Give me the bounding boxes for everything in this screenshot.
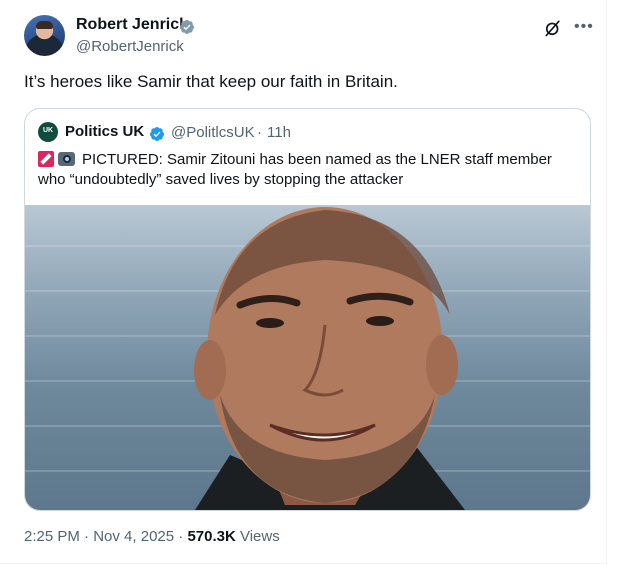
author-handle[interactable]: @RobertJenrick — [76, 38, 184, 55]
verified-badge-icon — [150, 127, 164, 141]
quote-author-handle[interactable]: @PolitlcsUK — [171, 124, 255, 141]
divider — [0, 563, 606, 564]
quote-photo[interactable] — [25, 205, 590, 510]
portrait-illustration — [194, 207, 465, 510]
views-label: Views — [235, 528, 280, 545]
author-name[interactable]: Robert Jenrick — [76, 16, 188, 34]
tweet[interactable]: Robert Jenrick @RobertJenrick ••• It’s h… — [0, 0, 617, 565]
separator-dot: · — [79, 528, 94, 545]
quote-avatar-label: UK — [42, 127, 54, 134]
quote-timestamp[interactable]: 11h — [267, 124, 291, 141]
verified-badge-icon — [180, 20, 194, 34]
tweet-date[interactable]: Nov 4, 2025 — [93, 528, 174, 545]
quote-text: PICTURED: Samir Zitouni has been named a… — [38, 151, 552, 188]
quote-author-name[interactable]: Politics UK — [65, 123, 144, 140]
quoted-tweet[interactable]: UK Politics UK @PolitlcsUK · 11h PICTURE… — [24, 108, 591, 511]
more-icon[interactable]: ••• — [574, 19, 594, 35]
separator-dot: · — [257, 124, 262, 141]
author-avatar[interactable] — [24, 15, 65, 56]
divider — [606, 0, 607, 565]
tweet-text: It’s heroes like Samir that keep our fai… — [24, 72, 398, 91]
tweet-meta: 2:25 PM · Nov 4, 2025 · 570.3K Views — [24, 528, 280, 545]
separator-dot: · — [174, 528, 188, 545]
grok-icon[interactable] — [543, 18, 563, 38]
avatar-hair — [36, 21, 53, 29]
views-count: 570.3K — [187, 528, 236, 545]
tweet-time[interactable]: 2:25 PM — [24, 528, 80, 545]
quote-author-avatar[interactable]: UK — [38, 122, 58, 142]
